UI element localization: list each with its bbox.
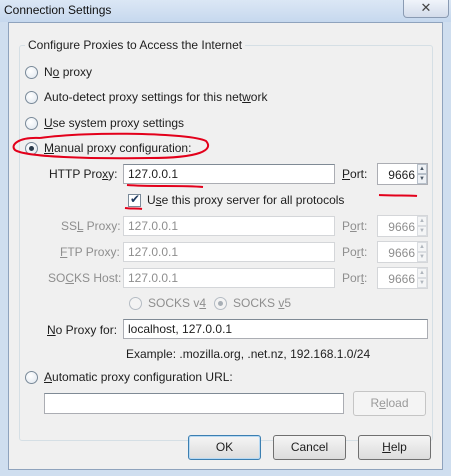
use-for-all-label: Use this proxy server for all protocols xyxy=(147,193,345,207)
socks-port-label: Port: xyxy=(342,271,368,285)
socks-port-stepper[interactable]: 9666 ▲ ▼ xyxy=(377,267,428,289)
socks-v4-label: SOCKS v4 xyxy=(148,296,207,310)
ftp-proxy-input[interactable]: 127.0.0.1 xyxy=(123,242,335,262)
radio-selected-dot xyxy=(29,146,34,151)
group-title: Configure Proxies to Access the Internet xyxy=(25,38,246,52)
window-title: Connection Settings xyxy=(4,3,112,17)
http-port-label: Port: xyxy=(342,167,368,181)
socks-port-value: 9666 xyxy=(388,272,415,286)
http-proxy-label: HTTP Proxy: xyxy=(49,167,118,181)
pac-label: Automatic proxy configuration URL: xyxy=(44,370,233,384)
checkmark-icon: ✔ xyxy=(130,192,141,206)
cancel-button[interactable]: Cancel xyxy=(273,435,346,460)
no-proxy-for-label: No Proxy for: xyxy=(47,323,118,337)
radio-selected-dot xyxy=(218,301,223,306)
ssl-port-stepper[interactable]: 9666 ▲ ▼ xyxy=(377,215,428,237)
auto-detect-label: Auto-detect proxy settings for this netw… xyxy=(44,90,268,104)
ftp-port-label: Port: xyxy=(342,245,368,259)
ftp-proxy-label: FTP Proxy: xyxy=(60,245,120,259)
spin-down-icon[interactable]: ▼ xyxy=(417,278,427,288)
ssl-port-value: 9666 xyxy=(388,220,415,234)
http-proxy-input[interactable]: 127.0.0.1 xyxy=(123,164,335,184)
auto-detect-radio[interactable] xyxy=(25,91,38,104)
ftp-port-value: 9666 xyxy=(388,246,415,260)
socks-host-input[interactable]: 127.0.0.1 xyxy=(123,268,335,288)
no-proxy-for-input[interactable]: localhost, 127.0.0.1 xyxy=(123,319,428,339)
ftp-port-stepper[interactable]: 9666 ▲ ▼ xyxy=(377,241,428,263)
socks-v5-radio[interactable] xyxy=(214,297,227,310)
ssl-proxy-input[interactable]: 127.0.0.1 xyxy=(123,216,335,236)
socks-v4-radio[interactable] xyxy=(129,297,142,310)
help-button[interactable]: Help xyxy=(358,435,431,460)
no-proxy-radio[interactable] xyxy=(25,66,38,79)
ok-button[interactable]: OK xyxy=(188,435,261,460)
spin-down-icon[interactable]: ▼ xyxy=(417,252,427,262)
spin-up-icon[interactable]: ▲ xyxy=(417,216,427,226)
use-for-all-checkbox[interactable]: ✔ xyxy=(128,192,141,207)
ssl-port-label: Port: xyxy=(342,219,368,233)
pac-radio[interactable] xyxy=(25,371,38,384)
system-proxy-label: Use system proxy settings xyxy=(44,116,185,130)
system-proxy-radio[interactable] xyxy=(25,117,38,130)
spin-up-icon[interactable]: ▲ xyxy=(417,164,427,174)
reload-button[interactable]: Reload xyxy=(353,391,426,416)
spin-down-icon[interactable]: ▼ xyxy=(417,174,427,184)
title-bar: Connection Settings ✕ xyxy=(0,0,451,22)
manual-proxy-radio[interactable] xyxy=(25,142,38,155)
manual-proxy-label: Manual proxy configuration: xyxy=(44,141,192,155)
spin-up-icon[interactable]: ▲ xyxy=(417,242,427,252)
socks-host-label: SOCKS Host: xyxy=(48,271,122,285)
spin-down-icon[interactable]: ▼ xyxy=(417,226,427,236)
no-proxy-label: No proxy xyxy=(44,65,93,79)
http-port-stepper[interactable]: 9666 ▲ ▼ xyxy=(377,163,428,185)
http-port-value: 9666 xyxy=(388,168,415,182)
pac-url-input[interactable] xyxy=(44,393,344,414)
ssl-proxy-label: SSL Proxy: xyxy=(61,219,121,233)
dialog-body: Configure Proxies to Access the Internet… xyxy=(8,22,443,470)
socks-v5-label: SOCKS v5 xyxy=(233,296,292,310)
no-proxy-example: Example: .mozilla.org, .net.nz, 192.168.… xyxy=(126,347,371,361)
spin-up-icon[interactable]: ▲ xyxy=(417,268,427,278)
close-icon: ✕ xyxy=(420,0,432,15)
close-button[interactable]: ✕ xyxy=(403,0,449,18)
